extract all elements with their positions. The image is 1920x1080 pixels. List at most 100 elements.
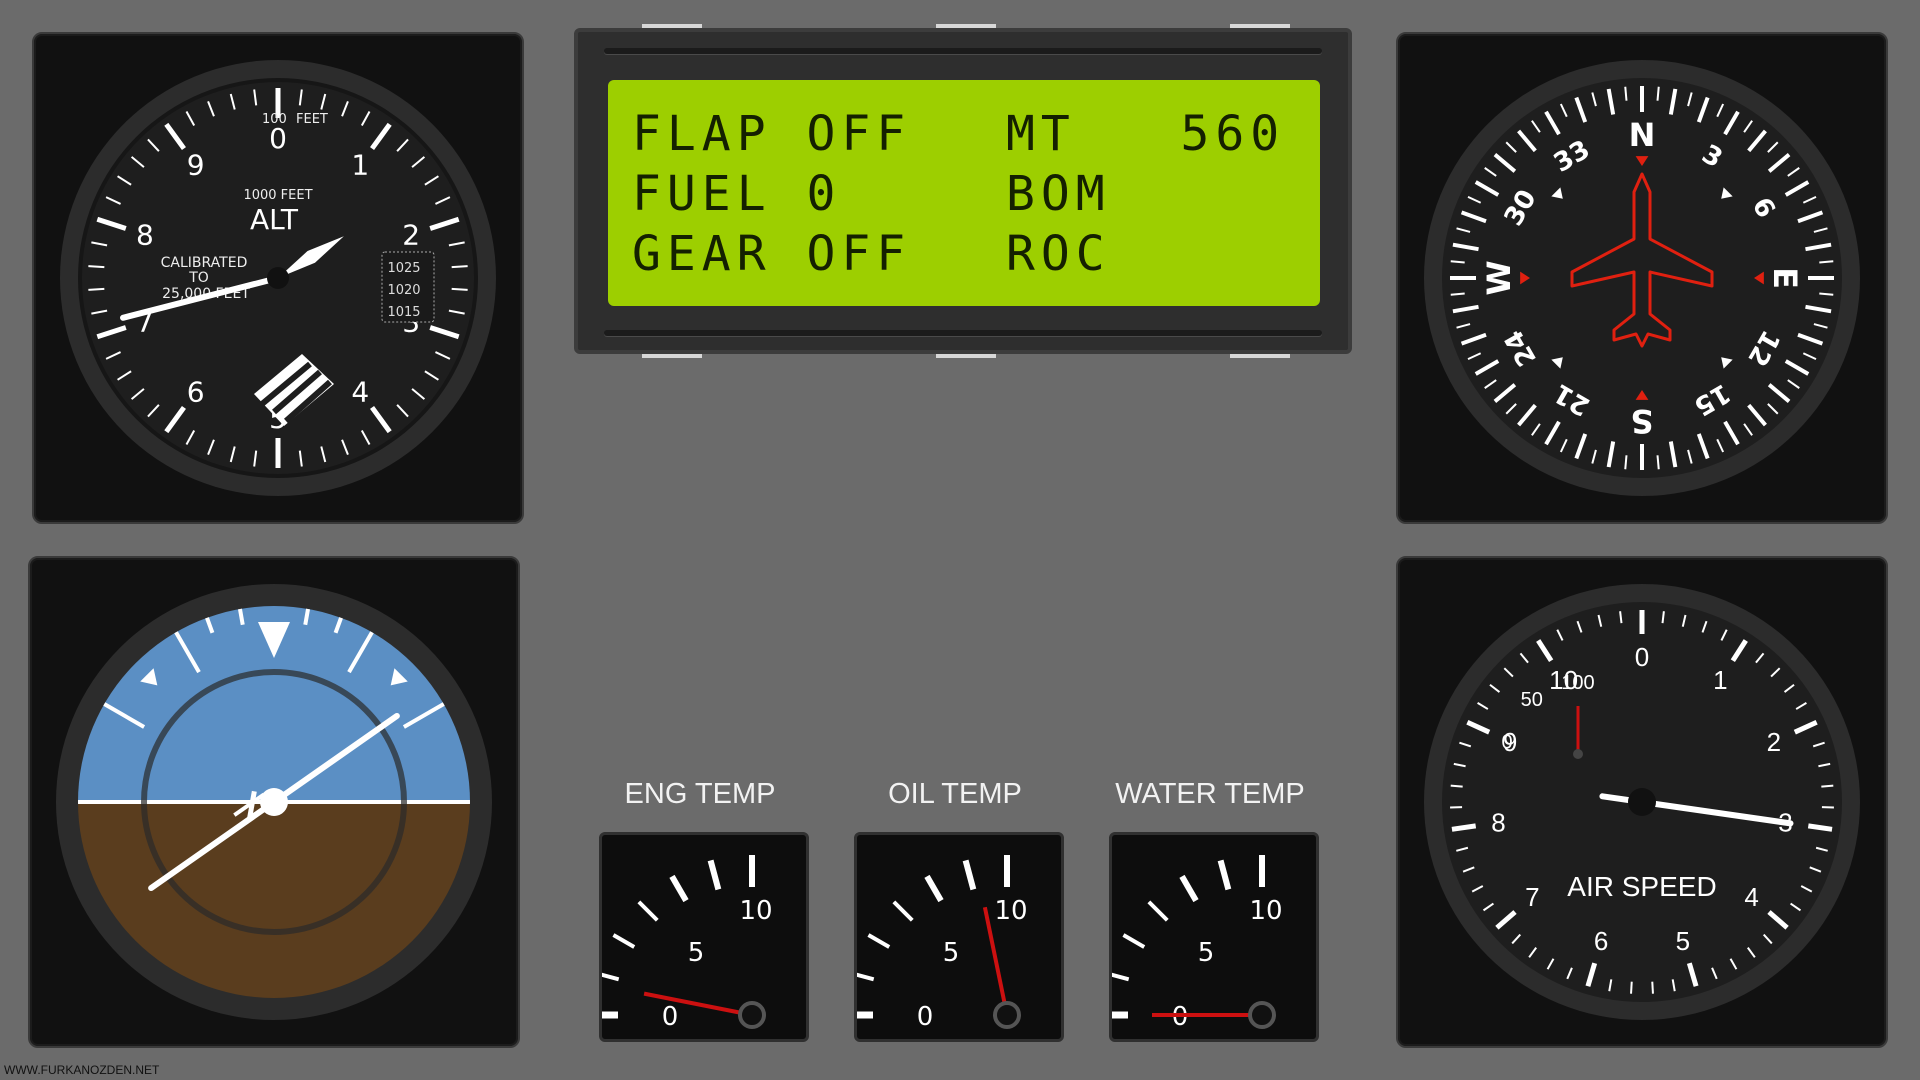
airspeed-tick [1651, 981, 1654, 994]
lcd-roc-status: ROC [1006, 226, 1111, 282]
compass-tick [1819, 260, 1834, 264]
oil-temp-gauge: 0 5 10 [854, 832, 1064, 1042]
altimeter-tick [88, 265, 105, 269]
lcd-bottom-rail [604, 330, 1322, 336]
attitude-indicator [56, 584, 492, 1020]
altimeter-tick [451, 265, 468, 269]
heading-indicator: N36E1215S2124W3033 [1424, 60, 1860, 496]
airspeed-number-1: 1 [1713, 665, 1727, 695]
compass-label-N: N [1629, 116, 1656, 154]
airspeed-number-6: 6 [1594, 926, 1608, 956]
temp-scale-10: 10 [739, 896, 772, 926]
bank-tick [303, 608, 311, 626]
temp-ticks [857, 855, 1010, 1019]
altimeter-top-label: 100 [262, 112, 287, 127]
altimeter-to: TO [188, 270, 209, 286]
altimeter-number-2: 2 [402, 219, 420, 252]
airspeed-sub-number-0: 0 [1502, 731, 1513, 753]
kollsman-value-2: 1020 [387, 283, 420, 298]
water-temp-gauge: 0 5 10 [1109, 832, 1319, 1042]
temp-scale-0: 0 [662, 1002, 679, 1032]
temp-tick [1179, 874, 1199, 903]
compass-label-S: S [1630, 402, 1653, 440]
altimeter-number-6: 6 [187, 375, 205, 408]
temp-tick [707, 859, 722, 891]
airspeed-sub-number-50: 50 [1521, 689, 1543, 711]
altimeter-gauge: 0123456789 100 FEET 1000 FEET ALT CALIBR… [60, 60, 496, 496]
oil-temp-label: OIL TEMP [888, 778, 1022, 810]
altimeter-number-1: 1 [351, 149, 369, 182]
temp-tick [1217, 859, 1232, 891]
kollsman-value-1: 1025 [387, 261, 420, 276]
airspeed-hub [1628, 788, 1656, 816]
lcd-pin [642, 24, 702, 28]
temp-scale-5: 5 [1198, 938, 1215, 968]
lcd-pin [1230, 24, 1290, 28]
altimeter-calibrated: CALIBRATED [161, 255, 248, 271]
airspeed-number-4: 4 [1744, 882, 1758, 912]
airspeed-number-5: 5 [1676, 926, 1690, 956]
airspeed-tick [1619, 611, 1623, 624]
airspeed-sub-number-100: 100 [1561, 672, 1594, 694]
temp-scale-10: 10 [994, 896, 1027, 926]
airspeed-title: AIR SPEED [1567, 871, 1716, 902]
airspeed-number-2: 2 [1767, 727, 1781, 757]
lcd-bom-status: BOM [1006, 166, 1111, 222]
altimeter-title: ALT [250, 203, 299, 236]
lcd-gear-status: GEAR OFF [632, 226, 912, 282]
lcd-flap-status: FLAP OFF [632, 106, 912, 162]
lcd-mt-value: MT 560 [1006, 106, 1286, 162]
temp-tick [1147, 900, 1169, 922]
airspeed-tick [1630, 981, 1633, 994]
eng-temp-gauge: 0 5 10 [599, 832, 809, 1042]
compass-label-W: W [1480, 260, 1518, 295]
bank-tick [237, 608, 245, 626]
compass-tick [1450, 260, 1465, 264]
temp-tick [669, 874, 689, 903]
airspeed-tick [1661, 611, 1665, 624]
temp-tick [924, 874, 944, 903]
airspeed-sub-hub [1573, 749, 1583, 759]
compass-tick [1450, 292, 1465, 296]
temp-scale-0: 0 [917, 1002, 934, 1032]
lcd-pin [1230, 354, 1290, 358]
altimeter-top-unit: FEET [296, 112, 328, 127]
compass-tick [1656, 455, 1660, 470]
eng-temp-label: ENG TEMP [624, 778, 776, 810]
altimeter-tick [451, 287, 468, 291]
temp-scale-10: 10 [1249, 896, 1282, 926]
altimeter-number-8: 8 [136, 219, 154, 252]
temp-needle-hub [1248, 1001, 1276, 1029]
temp-ticks [602, 855, 755, 1019]
temp-tick [637, 900, 659, 922]
airspeed-tick [1451, 823, 1477, 832]
temp-needle-hub [738, 1001, 766, 1029]
airspeed-number-0: 0 [1635, 642, 1649, 672]
temp-tick [892, 900, 914, 922]
temp-scale-5: 5 [688, 938, 705, 968]
altimeter-number-9: 9 [187, 149, 205, 182]
compass-tick [1819, 292, 1834, 296]
temp-tick [1112, 972, 1130, 982]
airspeed-number-8: 8 [1491, 808, 1505, 838]
compass-tick [1656, 86, 1660, 101]
temp-tick [602, 972, 620, 982]
temp-tick [867, 933, 891, 949]
lcd-pin [936, 354, 996, 358]
altimeter-panel: 0123456789 100 FEET 1000 FEET ALT CALIBR… [32, 32, 524, 524]
airspeed-indicator: 012345678910 050100 AIR SPEED [1424, 584, 1860, 1020]
lcd-top-rail [604, 48, 1322, 54]
lcd-display: FLAP OFF MT 560 FUEL 0 BOM GEAR OFF ROC [574, 24, 1352, 358]
altimeter-number-4: 4 [351, 375, 369, 408]
airspeed-tick [1450, 784, 1463, 788]
altimeter-tick [88, 287, 105, 291]
lcd-screen: FLAP OFF MT 560 FUEL 0 BOM GEAR OFF ROC [608, 80, 1320, 306]
lcd-fuel-status: FUEL 0 [632, 166, 842, 222]
lcd-pin [936, 24, 996, 28]
compass-tick [1624, 86, 1628, 101]
temp-tick [857, 972, 875, 982]
compass-label-E: E [1766, 267, 1804, 289]
lcd-pin [642, 354, 702, 358]
compass-tick [1624, 455, 1628, 470]
altimeter-hub [267, 267, 289, 289]
